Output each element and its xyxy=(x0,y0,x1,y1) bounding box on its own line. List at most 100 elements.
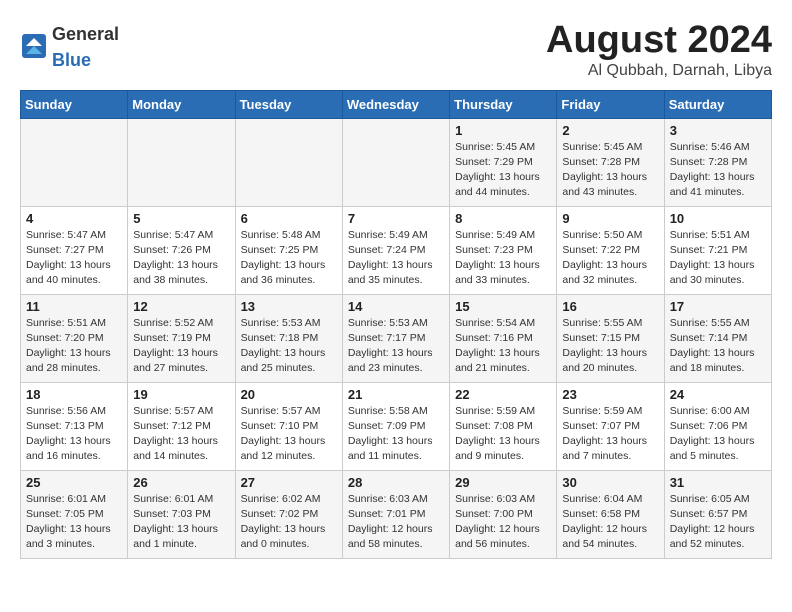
day-info: Sunrise: 5:47 AM Sunset: 7:26 PM Dayligh… xyxy=(133,228,229,289)
day-info: Sunrise: 5:53 AM Sunset: 7:18 PM Dayligh… xyxy=(241,316,337,377)
day-number: 6 xyxy=(241,211,337,226)
table-row: 27Sunrise: 6:02 AM Sunset: 7:02 PM Dayli… xyxy=(235,470,342,558)
table-row: 30 Sunrise: 6:04 AM Sunset: 6:58 PM Dayli… xyxy=(557,470,664,558)
table-row: 14 Sunrise: 5:53 AM Sunset: 7:17 PM Dayli… xyxy=(342,294,449,382)
table-row: 31Sunrise: 6:05 AM Sunset: 6:57 PM Dayli… xyxy=(664,470,771,558)
table-row: 1 Sunrise: 5:45 AM Sunset: 7:29 PM Daylig… xyxy=(450,118,557,206)
day-number: 13 xyxy=(241,299,337,314)
calendar-table: Sunday Monday Tuesday Wednesday Thursday… xyxy=(20,90,772,559)
table-row: 9 Sunrise: 5:50 AM Sunset: 7:22 PM Daylig… xyxy=(557,206,664,294)
table-row: 16 Sunrise: 5:55 AM Sunset: 7:15 PM Dayli… xyxy=(557,294,664,382)
table-row xyxy=(235,118,342,206)
day-info: Sunrise: 5:59 AM Sunset: 7:08 PM Dayligh… xyxy=(455,404,551,465)
col-thursday: Thursday xyxy=(450,90,557,118)
day-number: 1 xyxy=(455,123,551,138)
day-info: Sunrise: 6:01 AM Sunset: 7:05 PM Dayligh… xyxy=(26,492,122,553)
day-info: Sunrise: 6:01 AM Sunset: 7:03 PM Dayligh… xyxy=(133,492,229,553)
day-number: 21 xyxy=(348,387,444,402)
day-number: 8 xyxy=(455,211,551,226)
table-row xyxy=(342,118,449,206)
table-row: 25 Sunrise: 6:01 AM Sunset: 7:05 PM Dayli… xyxy=(21,470,128,558)
day-number: 7 xyxy=(348,211,444,226)
col-friday: Friday xyxy=(557,90,664,118)
day-number: 24 xyxy=(670,387,766,402)
table-row xyxy=(21,118,128,206)
table-row xyxy=(128,118,235,206)
day-info: Sunrise: 5:51 AM Sunset: 7:20 PM Dayligh… xyxy=(26,316,122,377)
day-number: 23 xyxy=(562,387,658,402)
day-info: Sunrise: 5:48 AM Sunset: 7:25 PM Dayligh… xyxy=(241,228,337,289)
calendar-week-row: 11Sunrise: 5:51 AM Sunset: 7:20 PM Dayli… xyxy=(21,294,772,382)
day-info: Sunrise: 5:50 AM Sunset: 7:22 PM Dayligh… xyxy=(562,228,658,289)
day-info: Sunrise: 5:57 AM Sunset: 7:10 PM Dayligh… xyxy=(241,404,337,465)
logo-icon xyxy=(20,32,48,60)
day-number: 30 xyxy=(562,475,658,490)
table-row: 17 Sunrise: 5:55 AM Sunset: 7:14 PM Dayli… xyxy=(664,294,771,382)
table-row: 13 Sunrise: 5:53 AM Sunset: 7:18 PM Dayli… xyxy=(235,294,342,382)
day-number: 15 xyxy=(455,299,551,314)
day-info: Sunrise: 6:03 AM Sunset: 7:00 PM Dayligh… xyxy=(455,492,551,553)
col-saturday: Saturday xyxy=(664,90,771,118)
logo-general-text: General xyxy=(52,24,119,44)
day-info: Sunrise: 5:55 AM Sunset: 7:14 PM Dayligh… xyxy=(670,316,766,377)
table-row: 21 Sunrise: 5:58 AM Sunset: 7:09 PM Dayli… xyxy=(342,382,449,470)
day-info: Sunrise: 5:54 AM Sunset: 7:16 PM Dayligh… xyxy=(455,316,551,377)
day-number: 29 xyxy=(455,475,551,490)
day-info: Sunrise: 5:52 AM Sunset: 7:19 PM Dayligh… xyxy=(133,316,229,377)
day-number: 14 xyxy=(348,299,444,314)
logo-blue-text: Blue xyxy=(52,50,91,70)
day-info: Sunrise: 6:04 AM Sunset: 6:58 PM Dayligh… xyxy=(562,492,658,553)
day-info: Sunrise: 5:57 AM Sunset: 7:12 PM Dayligh… xyxy=(133,404,229,465)
day-number: 19 xyxy=(133,387,229,402)
day-number: 17 xyxy=(670,299,766,314)
table-row: 3Sunrise: 5:46 AM Sunset: 7:28 PM Daylig… xyxy=(664,118,771,206)
day-number: 5 xyxy=(133,211,229,226)
day-info: Sunrise: 5:53 AM Sunset: 7:17 PM Dayligh… xyxy=(348,316,444,377)
table-row: 19 Sunrise: 5:57 AM Sunset: 7:12 PM Dayli… xyxy=(128,382,235,470)
table-row: 28Sunrise: 6:03 AM Sunset: 7:01 PM Dayli… xyxy=(342,470,449,558)
calendar-week-row: 1 Sunrise: 5:45 AM Sunset: 7:29 PM Daylig… xyxy=(21,118,772,206)
table-row: 7 Sunrise: 5:49 AM Sunset: 7:24 PM Daylig… xyxy=(342,206,449,294)
title-block: August 2024 Al Qubbah, Darnah, Libya xyxy=(546,20,772,80)
calendar-week-row: 18Sunrise: 5:56 AM Sunset: 7:13 PM Dayli… xyxy=(21,382,772,470)
col-tuesday: Tuesday xyxy=(235,90,342,118)
calendar-week-row: 25 Sunrise: 6:01 AM Sunset: 7:05 PM Dayli… xyxy=(21,470,772,558)
day-info: Sunrise: 5:58 AM Sunset: 7:09 PM Dayligh… xyxy=(348,404,444,465)
col-monday: Monday xyxy=(128,90,235,118)
day-info: Sunrise: 6:02 AM Sunset: 7:02 PM Dayligh… xyxy=(241,492,337,553)
day-number: 9 xyxy=(562,211,658,226)
day-info: Sunrise: 5:45 AM Sunset: 7:28 PM Dayligh… xyxy=(562,140,658,201)
day-info: Sunrise: 6:03 AM Sunset: 7:01 PM Dayligh… xyxy=(348,492,444,553)
day-info: Sunrise: 5:45 AM Sunset: 7:29 PM Dayligh… xyxy=(455,140,551,201)
table-row: 26Sunrise: 6:01 AM Sunset: 7:03 PM Dayli… xyxy=(128,470,235,558)
calendar-week-row: 4Sunrise: 5:47 AM Sunset: 7:27 PM Daylig… xyxy=(21,206,772,294)
table-row: 5 Sunrise: 5:47 AM Sunset: 7:26 PM Daylig… xyxy=(128,206,235,294)
table-row: 12Sunrise: 5:52 AM Sunset: 7:19 PM Dayli… xyxy=(128,294,235,382)
day-number: 16 xyxy=(562,299,658,314)
day-info: Sunrise: 5:55 AM Sunset: 7:15 PM Dayligh… xyxy=(562,316,658,377)
table-row: 24Sunrise: 6:00 AM Sunset: 7:06 PM Dayli… xyxy=(664,382,771,470)
table-row: 15 Sunrise: 5:54 AM Sunset: 7:16 PM Dayli… xyxy=(450,294,557,382)
day-number: 25 xyxy=(26,475,122,490)
table-row: 8Sunrise: 5:49 AM Sunset: 7:23 PM Daylig… xyxy=(450,206,557,294)
calendar-header-row: Sunday Monday Tuesday Wednesday Thursday… xyxy=(21,90,772,118)
table-row: 11Sunrise: 5:51 AM Sunset: 7:20 PM Dayli… xyxy=(21,294,128,382)
day-number: 10 xyxy=(670,211,766,226)
location: Al Qubbah, Darnah, Libya xyxy=(546,62,772,80)
day-number: 2 xyxy=(562,123,658,138)
day-info: Sunrise: 5:46 AM Sunset: 7:28 PM Dayligh… xyxy=(670,140,766,201)
table-row: 22 Sunrise: 5:59 AM Sunset: 7:08 PM Dayli… xyxy=(450,382,557,470)
day-number: 22 xyxy=(455,387,551,402)
logo: General Blue xyxy=(20,20,119,72)
day-number: 20 xyxy=(241,387,337,402)
table-row: 4Sunrise: 5:47 AM Sunset: 7:27 PM Daylig… xyxy=(21,206,128,294)
table-row: 18Sunrise: 5:56 AM Sunset: 7:13 PM Dayli… xyxy=(21,382,128,470)
col-sunday: Sunday xyxy=(21,90,128,118)
day-info: Sunrise: 5:51 AM Sunset: 7:21 PM Dayligh… xyxy=(670,228,766,289)
table-row: 2 Sunrise: 5:45 AM Sunset: 7:28 PM Daylig… xyxy=(557,118,664,206)
col-wednesday: Wednesday xyxy=(342,90,449,118)
day-info: Sunrise: 5:49 AM Sunset: 7:24 PM Dayligh… xyxy=(348,228,444,289)
day-number: 18 xyxy=(26,387,122,402)
day-number: 4 xyxy=(26,211,122,226)
table-row: 23Sunrise: 5:59 AM Sunset: 7:07 PM Dayli… xyxy=(557,382,664,470)
